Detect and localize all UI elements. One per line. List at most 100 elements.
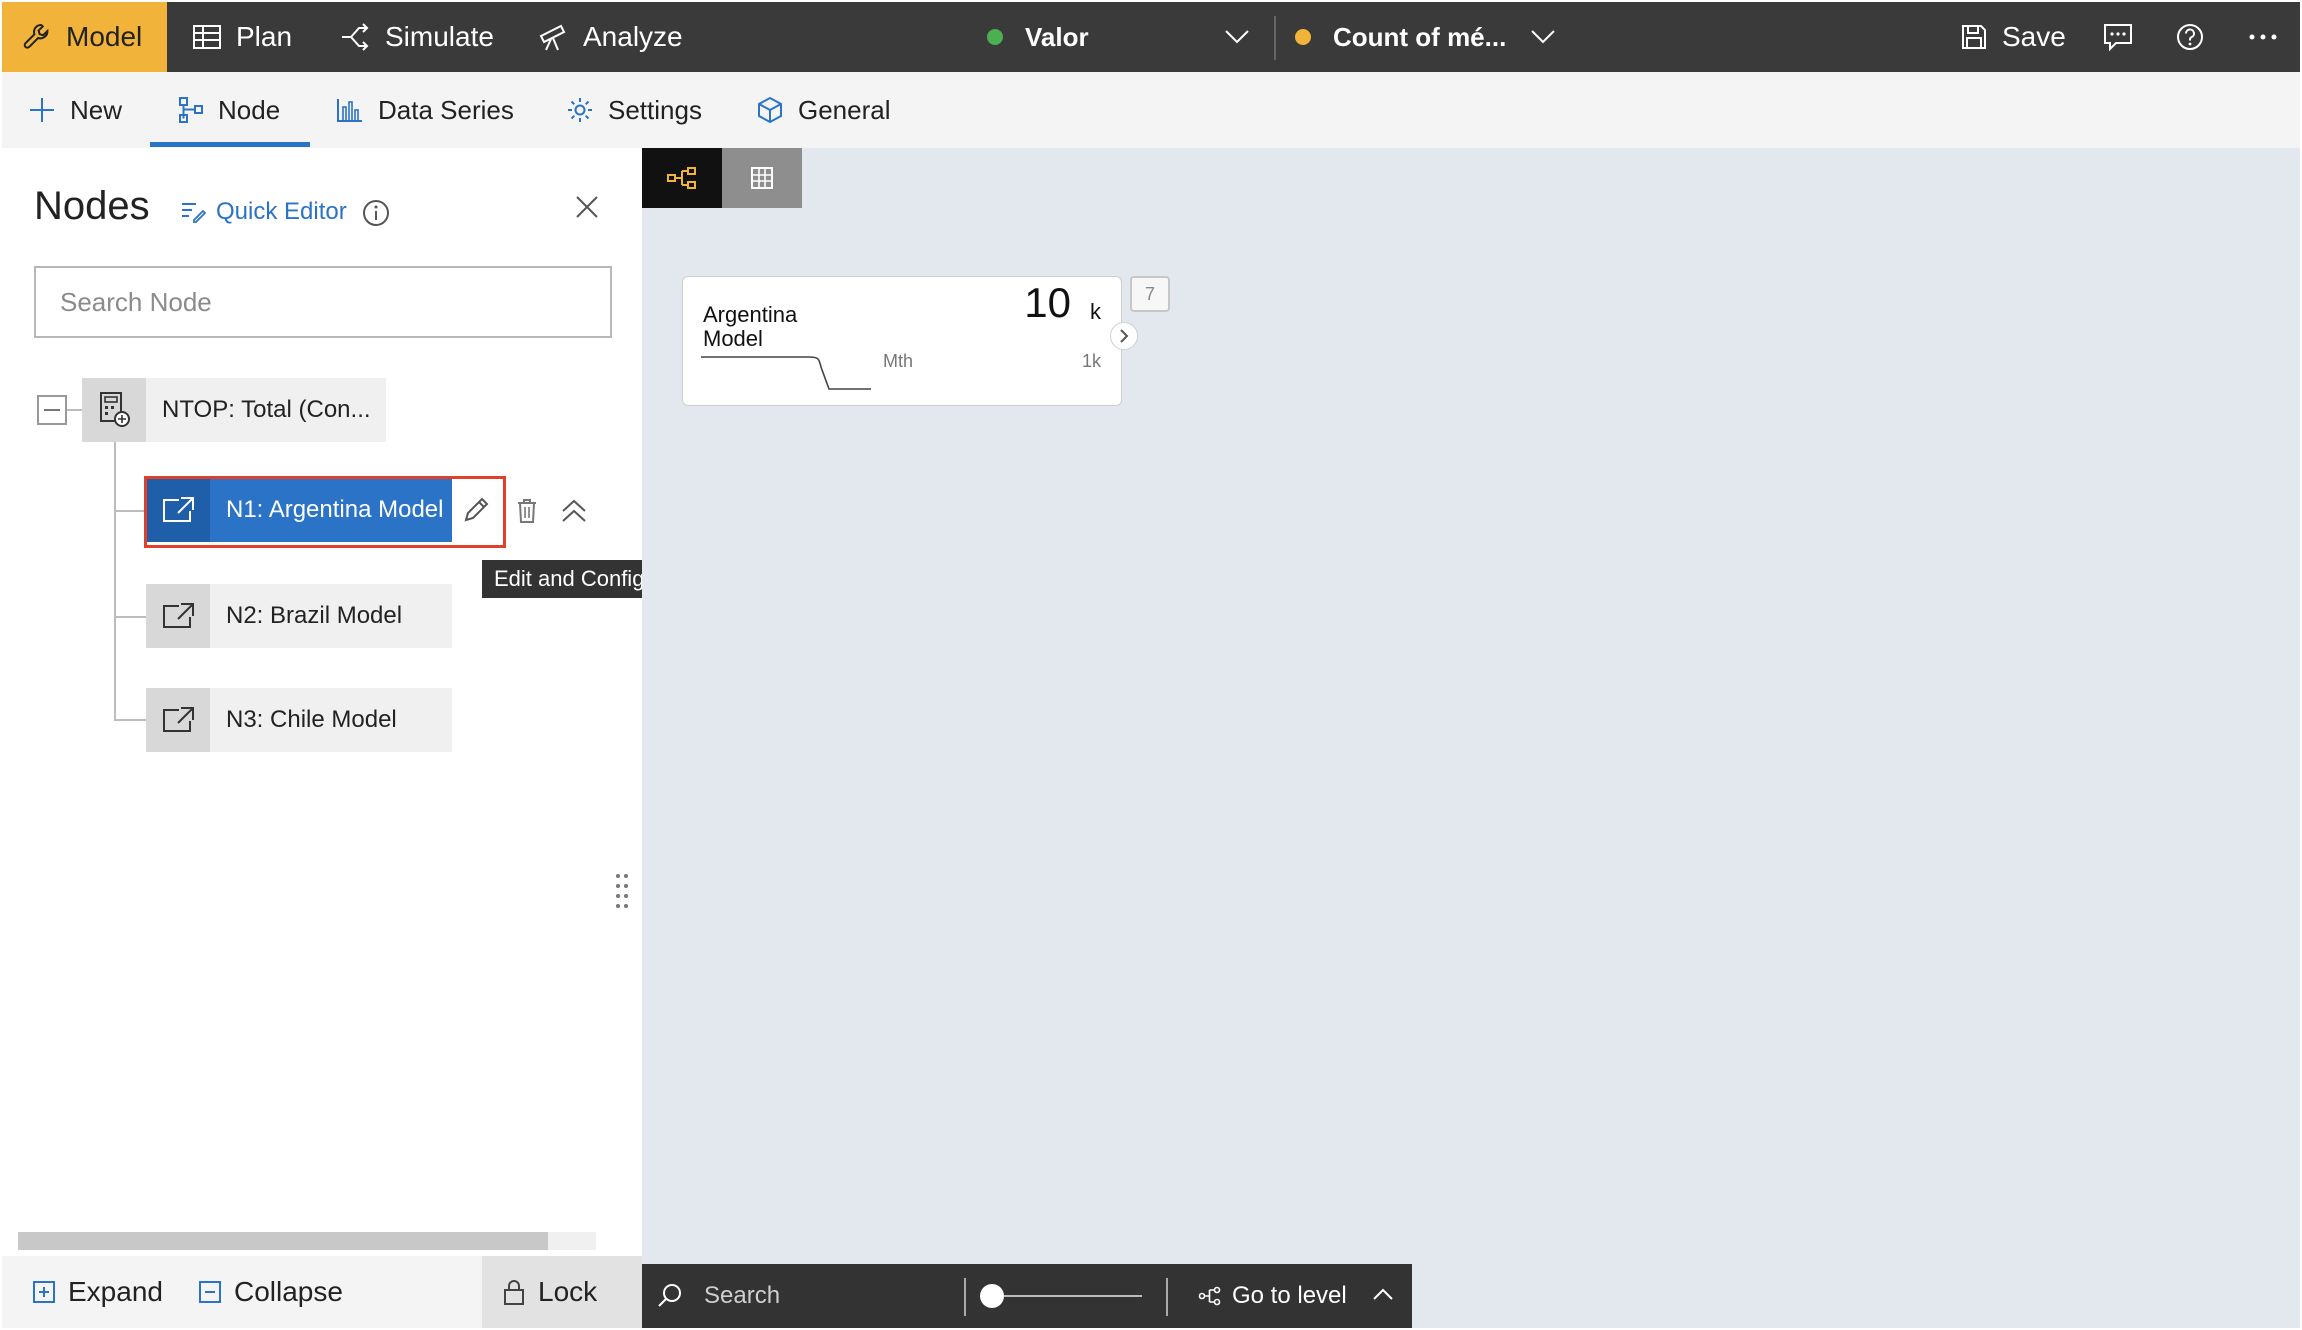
chevron-up-icon[interactable]: [1372, 1286, 1394, 1302]
go-to-level-button[interactable]: Go to level: [1198, 1264, 1347, 1328]
valor-label: Valor: [1025, 21, 1089, 52]
root-node[interactable]: NTOP: Total (Con...: [82, 378, 386, 442]
count-status-dot: [1295, 29, 1311, 45]
tree-view-icon: [667, 167, 696, 189]
collapse-label: Collapse: [234, 1276, 343, 1307]
new-button[interactable]: New: [28, 72, 122, 148]
chat-icon: [2104, 24, 2132, 52]
chevron-right-icon: [1120, 329, 1129, 343]
card-title: Argentina Model: [703, 302, 798, 351]
card-value: 10: [1024, 279, 1071, 326]
lock-label: Lock: [538, 1276, 598, 1307]
trash-icon[interactable]: [516, 498, 538, 524]
data-series-button[interactable]: Data Series: [336, 72, 514, 148]
grid-view-button[interactable]: [722, 148, 802, 208]
tree-node-label: N3: Chile Model: [226, 706, 397, 733]
bottom-bar-divider: [1166, 1278, 1168, 1316]
card-scale: 1k: [1081, 351, 1101, 371]
valor-status-dot: [987, 29, 1003, 45]
tree-node-label: N2: Brazil Model: [226, 602, 403, 629]
help-icon: [2177, 24, 2203, 50]
card-badge: 7: [1130, 276, 1170, 312]
chevron-down-icon: [1531, 30, 1555, 44]
expand-button[interactable]: Expand: [32, 1256, 163, 1328]
node-label: Node: [218, 94, 281, 125]
collapse-button[interactable]: Collapse: [198, 1256, 343, 1328]
tree-connector: [114, 510, 146, 512]
tree-connector: [114, 442, 116, 720]
telescope-icon: [539, 24, 566, 51]
valor-dropdown[interactable]: [1224, 2, 1264, 72]
help-button[interactable]: [2175, 2, 2219, 72]
info-icon[interactable]: [362, 199, 390, 227]
panel-title: Nodes: [34, 184, 150, 228]
simulate-tab[interactable]: Simulate: [339, 2, 494, 72]
tree-connector: [114, 719, 146, 721]
tree-view-button[interactable]: [642, 148, 722, 208]
collapse-toggle[interactable]: [37, 395, 67, 425]
lock-button[interactable]: Lock: [502, 1256, 597, 1328]
active-tab-indicator: [150, 142, 310, 147]
external-link-icon: [146, 478, 210, 542]
quick-editor-link[interactable]: Quick Editor: [180, 198, 347, 226]
panel-footer: Expand Collapse Lock: [2, 1256, 642, 1328]
quick-edit-icon: [182, 203, 206, 223]
hierarchy-icon: [179, 97, 203, 123]
settings-button[interactable]: Settings: [566, 72, 702, 148]
gear-icon: [568, 98, 592, 122]
count-dropdown[interactable]: [1530, 2, 1570, 72]
comments-button[interactable]: [2102, 2, 2148, 72]
general-button[interactable]: General: [756, 72, 891, 148]
card-period: Mth: [883, 351, 914, 371]
search-node-input[interactable]: [34, 266, 612, 338]
external-link-icon: [146, 688, 210, 752]
cube-icon: [758, 96, 782, 124]
nodes-panel: Nodes Quick Editor NTOP: Total (Con... N…: [2, 148, 747, 1328]
canvas-search-input[interactable]: Search: [704, 1264, 780, 1328]
analyze-tab[interactable]: Analyze: [537, 2, 683, 72]
pencil-icon[interactable]: [462, 494, 492, 524]
card-expand-button[interactable]: [1110, 322, 1138, 350]
model-tab-label: Model: [66, 21, 143, 52]
canvas-search-button[interactable]: [656, 1264, 684, 1328]
quick-editor-label: Quick Editor: [216, 198, 347, 225]
count-selector[interactable]: Count of mé...: [1295, 2, 1506, 72]
close-icon[interactable]: [574, 194, 600, 220]
node-card-argentina[interactable]: Argentina Model 10 k Mth 1k: [682, 276, 1122, 406]
model-tab[interactable]: Model: [2, 2, 167, 72]
tree-connector: [67, 409, 82, 411]
top-navigation-bar: Model Plan Simulate Analyze Valor Count …: [2, 2, 2300, 72]
tree-node-chile[interactable]: N3: Chile Model: [146, 688, 452, 752]
plan-tab-label: Plan: [236, 21, 293, 52]
data-series-label: Data Series: [378, 94, 514, 125]
node-tab[interactable]: Node: [178, 72, 280, 148]
count-label: Count of mé...: [1333, 21, 1507, 52]
horizontal-scrollbar[interactable]: [18, 1232, 548, 1250]
settings-label: Settings: [608, 94, 702, 125]
save-button[interactable]: Save: [1960, 2, 2066, 72]
expand-label: Expand: [68, 1276, 163, 1307]
bottom-bar-divider: [964, 1278, 966, 1316]
wrench-icon: [23, 23, 49, 49]
zoom-slider-knob[interactable]: [980, 1284, 1004, 1308]
zoom-slider-track[interactable]: [992, 1295, 1142, 1297]
topbar-divider: [1274, 16, 1276, 60]
save-label: Save: [2002, 21, 2066, 52]
valor-selector[interactable]: Valor: [987, 2, 1089, 72]
search-icon: [658, 1284, 681, 1307]
more-button[interactable]: [2248, 2, 2292, 72]
app-window: Model Plan Simulate Analyze Valor Count …: [0, 0, 2302, 1330]
plus-icon: [30, 98, 54, 122]
resize-handle-icon[interactable]: [614, 872, 630, 910]
plan-tab[interactable]: Plan: [192, 2, 292, 72]
external-link-icon: [146, 584, 210, 648]
ribbon-toolbar: New Node Data Series Settings General: [2, 72, 2300, 148]
lock-icon: [504, 1280, 524, 1305]
move-up-icon[interactable]: [560, 498, 588, 524]
branch-arrow-icon: [342, 23, 369, 51]
tree-node-argentina[interactable]: N1: Argentina Model: [146, 478, 452, 542]
more-icon: [2249, 34, 2277, 40]
tree-node-brazil[interactable]: N2: Brazil Model: [146, 584, 452, 648]
model-canvas[interactable]: Argentina Model 10 k Mth 1k 7 Search Go …: [642, 148, 2300, 1328]
new-label: New: [70, 94, 123, 125]
